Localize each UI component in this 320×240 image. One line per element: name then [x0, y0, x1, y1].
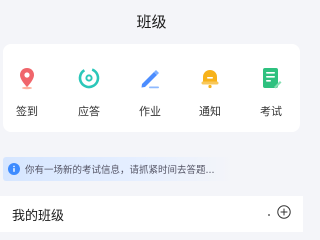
exam-icon: [263, 68, 282, 89]
page-header: 班级: [0, 0, 303, 40]
page-title: 班级: [136, 12, 167, 31]
tool-exam-label: 考试: [260, 105, 282, 118]
notice-text: 你有一场新的考试信息，请抓紧时间去答题...: [25, 165, 215, 176]
tools-card: 签到 应答 作业 通知 考试: [3, 44, 300, 132]
response-icon: [78, 67, 100, 89]
tool-exam[interactable]: 考试: [247, 66, 295, 126]
tool-notice-label: 通知: [199, 105, 221, 118]
tool-response-label: 应答: [78, 105, 100, 118]
my-class-title: 我的班级: [12, 209, 65, 224]
add-circle-icon[interactable]: [277, 205, 291, 219]
tool-checkin-label: 签到: [16, 105, 38, 118]
tool-homework-label: 作业: [139, 105, 161, 118]
my-class-section: 我的班级: [0, 196, 303, 232]
tool-notice[interactable]: 通知: [186, 66, 234, 126]
notification-icon: [201, 70, 219, 89]
tool-checkin[interactable]: 签到: [3, 66, 51, 126]
separator-dot: [268, 214, 270, 216]
info-icon: [8, 163, 20, 175]
location-pin-icon: [20, 68, 34, 90]
exam-notice-banner[interactable]: 你有一场新的考试信息，请抓紧时间去答题...: [3, 157, 233, 181]
tool-homework[interactable]: 作业: [126, 66, 174, 126]
pencil-icon: [141, 70, 159, 89]
tool-response[interactable]: 应答: [65, 66, 113, 126]
